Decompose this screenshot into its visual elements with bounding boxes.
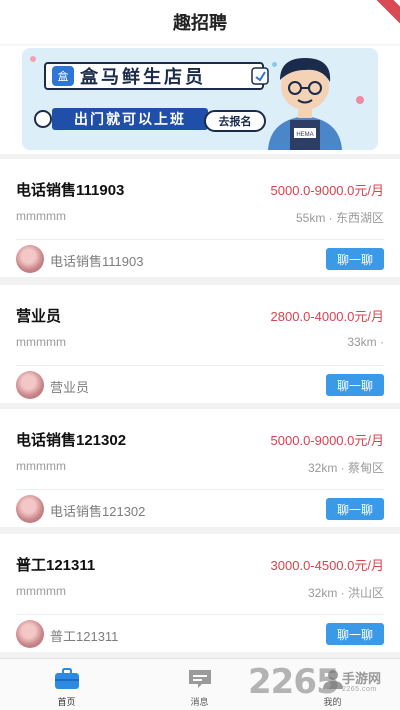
promo-banner[interactable]: 盒 盒马鲜生店员 出门就可以上班 去报名 HEMA: [22, 48, 378, 150]
company-name: mmmmm: [16, 335, 66, 349]
tab-home[interactable]: 首页: [0, 659, 133, 710]
avatar: [16, 620, 44, 648]
poster-name: 电话销售121302: [50, 504, 146, 519]
banner-subtitle: 出门就可以上班: [52, 108, 208, 130]
job-card[interactable]: 营业员 2800.0-4000.0元/月 mmmmm 33km · 营业员 聊一…: [0, 285, 400, 403]
banner-title-box: 盒 盒马鲜生店员: [44, 62, 264, 90]
job-title: 营业员: [16, 308, 62, 325]
avatar: [16, 495, 44, 523]
distance-location: 32km · 洪山区: [307, 586, 384, 600]
salary: 5000.0-9000.0元/月: [270, 433, 384, 448]
company-name: mmmmm: [16, 209, 66, 223]
eye-icon: [34, 110, 52, 128]
watermark-url: 2265.com: [342, 686, 377, 693]
avatar: [16, 245, 44, 273]
company-name: mmmmm: [16, 584, 66, 598]
job-card[interactable]: 普工121311 3000.0-4500.0元/月 mmmmm 32km · 洪…: [0, 534, 400, 652]
hema-logo-icon: 盒: [52, 66, 74, 86]
job-card[interactable]: 电话销售111903 5000.0-9000.0元/月 mmmmm 55km ·…: [0, 159, 400, 277]
company-name: mmmmm: [16, 459, 66, 473]
tab-messages[interactable]: 消息: [133, 659, 266, 710]
divider: [16, 614, 384, 615]
job-title: 普工121311: [16, 557, 96, 574]
page-title: 趣招聘: [173, 13, 227, 33]
salary: 5000.0-9000.0元/月: [270, 183, 384, 198]
divider: [16, 365, 384, 366]
job-title: 电话销售121302: [16, 432, 127, 449]
corner-ribbon: [372, 0, 400, 29]
banner-title: 盒马鲜生店员: [80, 67, 206, 87]
briefcase-icon: [54, 668, 79, 689]
chat-button[interactable]: 聊一聊: [326, 374, 384, 396]
distance-location: 33km ·: [347, 335, 384, 349]
poster-name: 普工121311: [50, 629, 119, 644]
chat-button[interactable]: 聊一聊: [326, 498, 384, 520]
banner-section: 盒 盒马鲜生店员 出门就可以上班 去报名 HEMA: [0, 44, 400, 154]
app-header: 趣招聘: [0, 0, 400, 44]
tab-label: 消息: [190, 697, 209, 707]
poster-name: 电话销售111903: [50, 254, 144, 269]
salary: 3000.0-4500.0元/月: [270, 558, 384, 573]
apron-badge: HEMA: [296, 132, 313, 138]
chat-button[interactable]: 聊一聊: [326, 248, 384, 270]
watermark-text: 手游网: [342, 671, 382, 686]
watermark-number: 2265: [248, 662, 340, 702]
distance-location: 32km · 蔡甸区: [307, 461, 384, 475]
job-card[interactable]: 电话销售121302 5000.0-9000.0元/月 mmmmm 32km ·…: [0, 409, 400, 527]
distance-location: 55km · 东西湖区: [295, 211, 384, 225]
salary: 2800.0-4000.0元/月: [270, 309, 384, 324]
poster-name: 营业员: [50, 380, 90, 395]
divider: [16, 239, 384, 240]
job-title: 电话销售111903: [16, 182, 125, 199]
cartoon-person-illustration: HEMA: [251, 58, 342, 150]
decor-dot: [30, 56, 36, 62]
site-watermark: 2265 手游网 2265.com: [248, 662, 394, 704]
tab-label: 首页: [57, 697, 76, 707]
chat-button[interactable]: 聊一聊: [326, 623, 384, 645]
message-icon: [188, 670, 211, 688]
divider: [16, 489, 384, 490]
avatar: [16, 371, 44, 399]
